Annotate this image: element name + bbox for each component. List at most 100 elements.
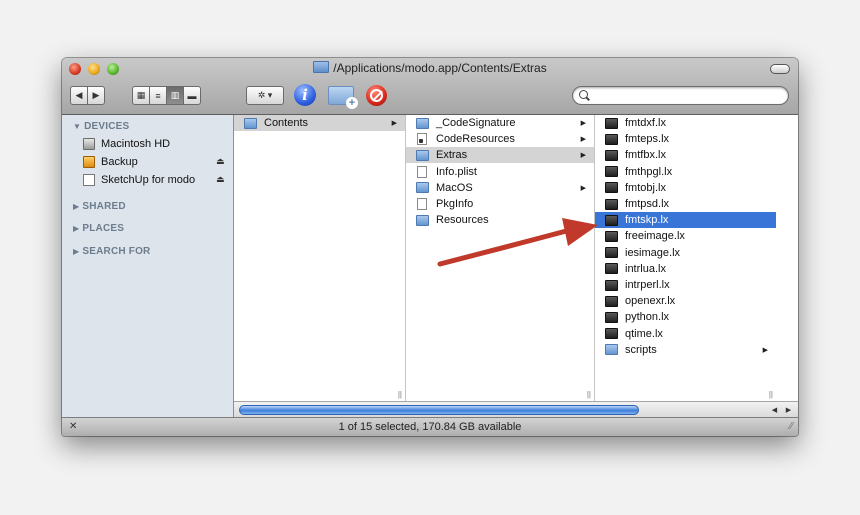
get-info-button[interactable]: i [294,84,316,106]
plugin-file-icon [605,230,618,242]
sidebar-section-shared[interactable]: ▶ SHARED [73,201,126,212]
list-item[interactable]: iesimage.lx [595,245,776,261]
title-bar: /Applications/modo.app/Contents/Extras ◀… [62,58,798,115]
sidebar-item-label: SketchUp for modo [101,174,196,186]
plugin-file-icon [605,279,618,291]
list-item-label: freeimage.lx [625,230,685,243]
plugin-file-icon [605,214,618,226]
document-icon [417,165,427,178]
list-item[interactable]: fmtdxf.lx [595,115,776,131]
column-resize-handle[interactable]: || [769,390,773,399]
sidebar-item-label: Backup [101,156,138,168]
icon-view-button[interactable]: ▦ [132,86,150,105]
sidebar: ▼ DEVICES Macintosh HD Backup ⏏ SketchUp … [62,115,234,417]
sidebar-section-label: PLACES [82,223,125,234]
cover-flow-view-button[interactable]: ▬ [183,86,201,105]
eject-icon[interactable]: ⏏ [216,156,225,167]
resize-grip-icon[interactable]: ⁄⁄ [790,421,793,432]
column-extras: fmtdxf.lx fmteps.lx fmtfbx.lx fmthpgl.lx fmt… [595,115,776,401]
list-item-label: intrlua.lx [625,262,666,275]
new-folder-button[interactable]: + [328,86,358,109]
list-item-label: iesimage.lx [625,246,681,259]
list-item[interactable]: Info.plist [406,164,594,180]
disk-image-icon [83,174,95,186]
list-item[interactable]: python.lx [595,309,776,325]
backup-drive-icon [83,156,95,168]
disclosure-triangle-icon: ▶ [73,202,80,211]
scroll-right-arrow-icon[interactable]: ▶ [782,404,795,416]
column-resize-handle[interactable]: || [398,390,402,399]
list-item[interactable]: fmteps.lx [595,131,776,147]
list-item-label: _CodeSignature [436,117,516,129]
list-item[interactable]: fmtskp.lx [595,212,776,229]
column-resize-handle[interactable]: || [587,390,591,399]
list-item-label: MacOS [436,181,473,194]
scrollbar-thumb[interactable] [239,405,639,415]
column-app-contents: _CodeSignature ▶ CodeResources ▶ Extras ▶ Info… [406,115,595,401]
executable-icon [417,133,427,146]
sidebar-section-search-for[interactable]: ▶ SEARCH FOR [73,246,150,257]
sidebar-section-places[interactable]: ▶ PLACES [73,223,124,234]
back-button[interactable]: ◀ [70,86,88,105]
list-item[interactable]: Contents ▶ [234,115,405,131]
list-item-label: intrperl.lx [625,279,670,291]
list-item-label: python.lx [625,311,670,324]
document-icon [417,198,427,210]
search-field[interactable] [572,86,789,105]
folder-icon [416,182,429,194]
list-item-label: Contents [264,117,309,129]
list-item-label: scripts [625,343,657,356]
folder-icon [416,117,429,129]
list-item[interactable]: Resources [406,212,594,228]
list-item[interactable]: CodeResources ▶ [406,131,594,147]
disclosure-arrow-icon: ▶ [580,120,586,127]
sidebar-section-devices[interactable]: ▼ DEVICES [73,121,129,132]
plugin-file-icon [605,166,618,178]
plugin-file-icon [605,117,618,129]
list-item[interactable]: qtime.lx [595,326,776,342]
sidebar-item-label: Macintosh HD [101,138,171,150]
forward-button[interactable]: ▶ [87,86,105,105]
toolbar-toggle-button[interactable] [770,64,790,74]
list-item[interactable]: fmtpsd.lx [595,196,776,212]
list-item[interactable]: fmthpgl.lx [595,164,776,180]
column-view-button[interactable]: ▥ [166,86,184,105]
list-item[interactable]: intrperl.lx [595,277,776,293]
search-input[interactable] [591,88,785,105]
list-item[interactable]: fmtfbx.lx [595,147,776,163]
list-item[interactable]: scripts ▶ [595,342,776,358]
delete-button[interactable] [366,85,387,106]
list-item[interactable]: fmtobj.lx [595,180,776,196]
list-item[interactable]: Extras ▶ [406,147,594,164]
plugin-file-icon [605,149,618,161]
back-forward-control: ◀ ▶ [70,86,105,105]
status-bar: ✕ 1 of 15 selected, 170.84 GB available … [62,417,798,436]
list-item[interactable]: freeimage.lx [595,228,776,244]
sidebar-item-macintosh-hd[interactable]: Macintosh HD [83,136,170,152]
sidebar-item-backup[interactable]: Backup [83,154,138,170]
list-item-label: Info.plist [436,165,477,178]
list-view-button[interactable]: ≡ [149,86,167,105]
list-item-label: fmtdxf.lx [625,117,666,129]
scroll-left-arrow-icon[interactable]: ◀ [768,404,781,416]
plugin-file-icon [605,311,618,323]
list-item-label: Resources [436,214,489,227]
sidebar-section-label: DEVICES [84,121,130,132]
list-item-label: fmteps.lx [625,133,670,146]
sidebar-section-label: SHARED [82,201,126,212]
plus-icon: + [346,97,358,109]
list-item[interactable]: intrlua.lx [595,261,776,277]
folder-icon [416,214,429,226]
list-item[interactable]: _CodeSignature ▶ [406,115,594,131]
list-item[interactable]: MacOS ▶ [406,180,594,196]
window-title: /Applications/modo.app/Contents/Extras [62,61,798,75]
list-item[interactable]: openexr.lx [595,293,776,309]
list-item[interactable]: PkgInfo [406,196,594,212]
plugin-file-icon [605,295,618,307]
list-item-label: qtime.lx [625,327,663,340]
action-menu-button[interactable]: ✲ ▾ [246,86,284,105]
no-entry-icon [370,89,383,102]
horizontal-scrollbar[interactable]: ◀ ▶ [234,401,798,418]
sidebar-item-sketchup-for-modo[interactable]: SketchUp for modo [83,172,195,188]
eject-icon[interactable]: ⏏ [216,174,225,185]
